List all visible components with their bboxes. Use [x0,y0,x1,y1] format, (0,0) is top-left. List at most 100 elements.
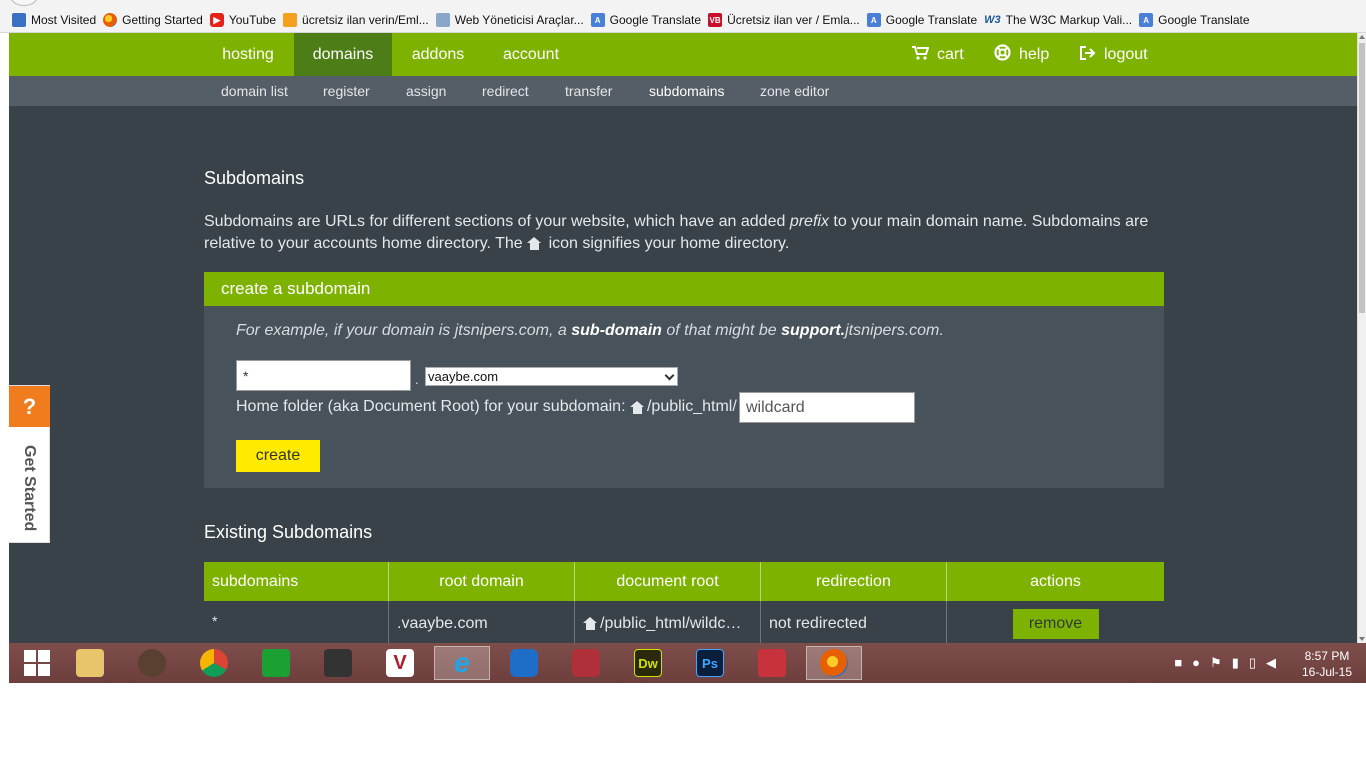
subnav-label: register [323,83,370,99]
bookmark-item[interactable]: W3 The W3C Markup Vali... [984,13,1132,27]
cart-icon [912,45,930,64]
subnav-register[interactable]: register [323,76,370,106]
google-translate-icon: A [590,13,605,27]
taskbar-photoshop[interactable]: Ps [682,646,738,680]
scroll-up-arrow[interactable] [1359,35,1365,39]
taskbar-app-tool[interactable] [744,646,800,680]
dot-separator: . [415,372,419,387]
cart-link[interactable]: cart [912,33,964,76]
cell-document-root: /public_html/wildc… [575,601,761,643]
bookmark-item[interactable]: ▶ YouTube [209,13,277,27]
signal-icon[interactable]: ▮ [1232,655,1239,671]
bookmark-label: Getting Started [122,13,203,27]
cell-actions: remove [947,601,1164,643]
root-domain-select[interactable]: vaaybe.com [425,367,678,386]
subnav-zone-editor[interactable]: zone editor [760,76,829,106]
tab-label: hosting [222,45,274,63]
subnav-transfer[interactable]: transfer [565,76,612,106]
bookmark-item[interactable]: Getting Started [103,13,203,27]
system-tray: ■ ● ⚑ ▮ ▯ ◀ [1174,655,1276,671]
taskbar-clock[interactable]: 8:57 PM 16-Jul-15 [1302,648,1352,680]
taskbar-chrome[interactable] [186,646,242,680]
taskbar-app-red[interactable] [558,646,614,680]
windows-tray-icon[interactable]: ■ [1174,655,1182,671]
subnav-redirect[interactable]: redirect [482,76,529,106]
scroll-down-arrow[interactable] [1359,637,1365,641]
tab-addons[interactable]: addons [402,33,474,76]
bookmark-label: YouTube [228,13,277,27]
cart-label: cart [937,45,964,63]
flag-icon[interactable]: ⚑ [1210,655,1222,671]
existing-subdomains-title: Existing Subdomains [204,522,373,542]
col-subdomains: subdomains [204,562,389,601]
taskbar-store[interactable] [248,646,304,680]
tab-label: addons [411,45,465,63]
bookmark-item[interactable]: A Google Translate [866,13,978,27]
page-title: Subdomains [204,168,305,188]
page-scrollbar[interactable] [1357,33,1366,643]
create-button[interactable]: create [236,440,320,472]
folder-icon [76,649,104,677]
taskbar-dreamweaver[interactable]: Dw [620,646,676,680]
home-icon [629,400,645,414]
create-subdomain-panel: create a subdomain For example, if your … [204,272,1164,488]
webpage: hosting domains addons account cart help… [9,33,1357,643]
windows-taskbar: V e Dw Ps ■ ● ⚑ ▮ ▯ ◀ 8:57 PM 16-Jul-15 [9,643,1366,683]
taskbar-game[interactable] [124,646,180,680]
scroll-thumb[interactable] [1359,43,1365,313]
logout-link[interactable]: logout [1080,33,1148,76]
taskbar-file-explorer[interactable] [62,646,118,680]
tab-account[interactable]: account [492,33,570,76]
home-folder-text: Home folder (aka Document Root) for your… [236,398,626,415]
bookmark-item[interactable]: Most Visited [12,13,96,27]
v-app-icon: V [386,649,414,677]
col-actions: actions [1030,572,1081,590]
clock-date: 16-Jul-15 [1301,665,1352,679]
help-link[interactable]: help [994,33,1049,76]
docroot-text: /public_html/wildc… [600,614,742,632]
subdomain-prefix-input[interactable] [236,360,411,391]
example-part: jtsnipers.com. [845,322,944,339]
taskbar-teamviewer[interactable] [496,646,552,680]
taskbar-v-app[interactable]: V [372,646,428,680]
logout-label: logout [1104,45,1148,63]
example-part: support. [781,322,846,339]
tab-hosting[interactable]: hosting [214,33,282,76]
bookmark-label: Google Translate [885,13,978,27]
home-icon [583,617,598,630]
desc-text: icon signifies your home directory. [548,235,790,252]
most-visited-icon [12,13,26,27]
taskbar-internet-explorer[interactable]: e [434,646,490,680]
firefox-icon [103,13,118,27]
subnav-assign[interactable]: assign [406,76,446,106]
subnav-subdomains[interactable]: subdomains [649,76,725,106]
taskbar-firefox[interactable] [806,646,862,680]
tab-domains[interactable]: domains [294,33,392,76]
rss-icon [283,13,298,27]
google-translate-icon: A [866,13,881,27]
subnav-domain-list[interactable]: domain list [221,76,288,106]
tab-strip-edge [0,0,1366,8]
tool-icon [758,649,786,677]
taskbar-computer[interactable] [310,646,366,680]
get-started-widget[interactable]: ? Get Started [9,385,50,543]
question-icon: ? [9,386,50,427]
face-icon[interactable]: ● [1192,655,1200,671]
start-button[interactable] [9,646,65,680]
bookmark-item[interactable]: A Google Translate [1139,13,1250,27]
selected-domain: vaaybe.com [428,369,499,384]
example-part: of that might be [666,322,777,339]
empty-area [0,683,1366,768]
bookmark-item[interactable]: ücretsiz ilan verin/Eml... [283,13,429,27]
bookmark-item[interactable]: VB Ücretsiz ilan ver / Emla... [708,13,860,27]
bookmark-item[interactable]: Web Yöneticisi Araçlar... [435,13,584,27]
remove-button[interactable]: remove [1012,608,1099,639]
subnav-label: subdomains [649,83,725,99]
volume-icon[interactable]: ◀ [1266,655,1276,671]
document-root-input[interactable] [739,392,915,423]
network-icon[interactable]: ▯ [1249,655,1256,671]
sub-navigation: domain list register assign redirect tra… [9,76,1357,106]
desc-text: Subdomains are URLs for different sectio… [204,213,786,230]
bookmark-item[interactable]: A Google Translate [590,13,701,27]
example-part: For example, if your domain is jtsnipers… [236,322,567,339]
